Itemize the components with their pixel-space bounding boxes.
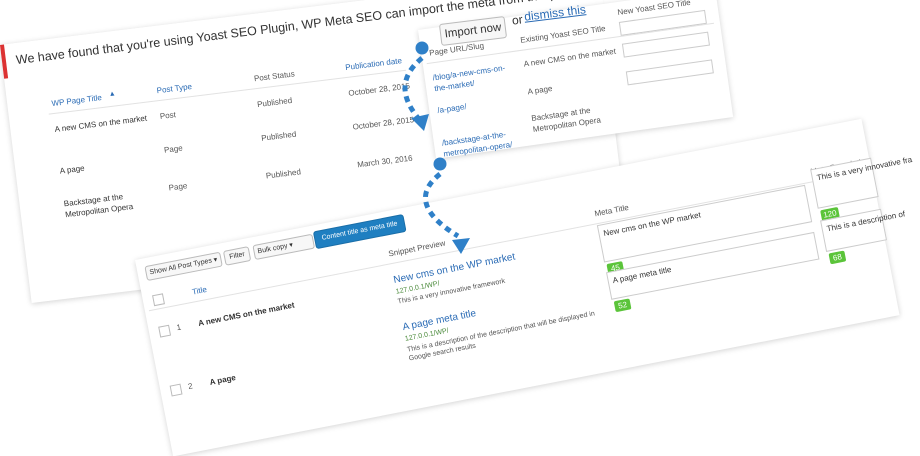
row-2-title[interactable]: A page bbox=[209, 373, 237, 387]
yoast-row-2-existing: A page bbox=[527, 83, 553, 97]
page-row-3-type: Page bbox=[168, 181, 188, 193]
page-row-3-date: March 30, 2016 bbox=[356, 153, 413, 170]
row-1-meta-desc-value: This is a very innovative fra bbox=[816, 154, 913, 183]
sort-arrow-icon[interactable]: ▲ bbox=[108, 90, 116, 98]
bulk-copy-label: Bulk copy bbox=[257, 242, 289, 256]
page-row-1-type: Post bbox=[159, 110, 177, 122]
row-1-checkbox[interactable] bbox=[158, 324, 172, 338]
page-row-2-type: Page bbox=[163, 143, 184, 155]
row-2-checkbox[interactable] bbox=[169, 383, 183, 397]
new-title-input-1[interactable] bbox=[621, 31, 711, 58]
header-title[interactable]: Title bbox=[191, 285, 207, 297]
or-text: or bbox=[511, 12, 524, 28]
row-1-meta-title-value: New cms on the WP market bbox=[602, 210, 702, 239]
page-row-2-status: Published bbox=[260, 129, 297, 143]
row-2-title-count-badge: 52 bbox=[613, 298, 632, 313]
yoast-row-3-existing: Backstage at the Metropolitan Opera bbox=[530, 105, 602, 134]
page-row-1-title[interactable]: A new CMS on the market bbox=[54, 114, 147, 134]
page-row-2-title[interactable]: A page bbox=[59, 164, 85, 176]
page-row-1-date: October 28, 2015 bbox=[347, 81, 411, 98]
bulk-copy-select[interactable]: Bulk copy ▾ bbox=[252, 233, 316, 261]
page-row-1-status: Published bbox=[256, 95, 293, 110]
page-row-2-date: October 28, 2015 bbox=[352, 115, 415, 132]
row-1-title[interactable]: A new CMS on the market bbox=[197, 300, 295, 328]
post-type-select-label: Show All Post Types bbox=[149, 257, 213, 277]
header-publication-date[interactable]: Publication date bbox=[345, 56, 403, 72]
filter-button[interactable]: Filter bbox=[222, 246, 252, 266]
header-post-type[interactable]: Post Type bbox=[156, 82, 192, 95]
post-type-select[interactable]: Show All Post Types ▾ bbox=[144, 251, 223, 282]
row-2-number: 2 bbox=[187, 381, 194, 392]
row-2-desc-count-badge: 68 bbox=[828, 250, 847, 265]
yoast-row-2-url[interactable]: /a-page/ bbox=[437, 102, 467, 115]
yoast-row-1-existing: A new CMS on the market bbox=[523, 46, 617, 69]
yoast-row-1-url[interactable]: /blog/a-new-cms-on-the-market/ bbox=[432, 61, 514, 94]
row-1-number: 1 bbox=[175, 322, 182, 333]
header-post-status: Post Status bbox=[253, 69, 296, 84]
new-title-input-2[interactable] bbox=[625, 59, 714, 86]
select-all-checkbox[interactable] bbox=[152, 293, 165, 307]
header-meta-title: Meta Title bbox=[593, 202, 630, 219]
page-row-3-title[interactable]: Backstage at the Metropolitan Opera bbox=[63, 189, 145, 221]
header-existing-title: Existing Yoast SEO Title bbox=[519, 23, 607, 45]
page-row-3-status: Published bbox=[265, 167, 302, 181]
header-wp-page-title[interactable]: WP Page Title bbox=[51, 93, 102, 108]
header-snippet-preview: Snippet Preview bbox=[387, 238, 447, 259]
